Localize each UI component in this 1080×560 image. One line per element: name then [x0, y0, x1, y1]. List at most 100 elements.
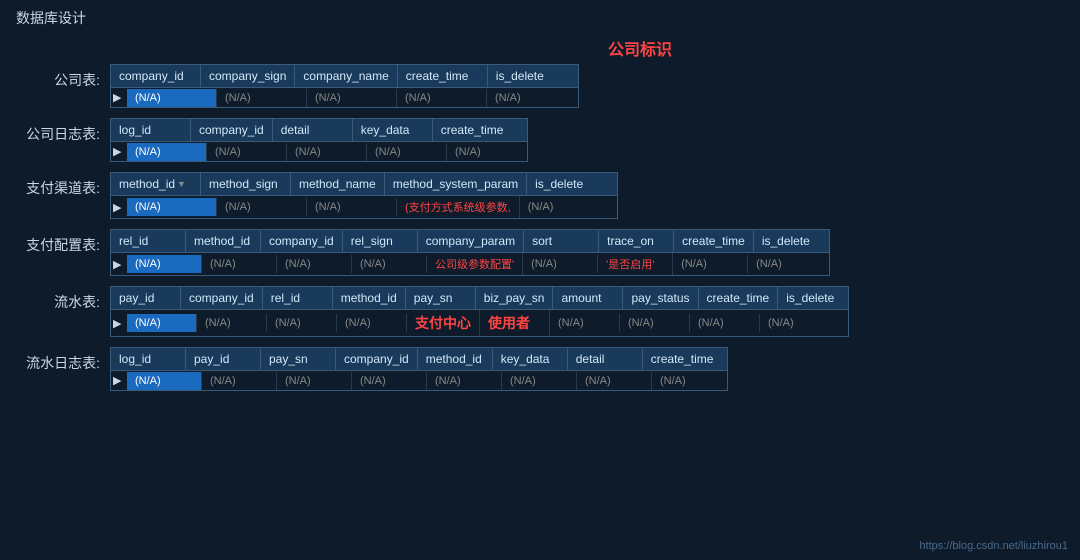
row-arrow3: ▶: [111, 198, 127, 217]
col-method-id2: method_id: [186, 230, 261, 252]
cell-method-id-flow: (N/A): [337, 314, 407, 332]
company-table: company_id company_sign company_name cre…: [110, 64, 579, 108]
col-biz-pay-sn: biz_pay_sn: [476, 287, 554, 309]
pay-method-table-row: 支付渠道表: method_id ▼ method_sign method_na…: [20, 172, 1060, 219]
cell-company-sign: (N/A): [217, 89, 307, 107]
flow-data: ▶ (N/A) (N/A) (N/A) (N/A) 支付中心 使用者 (N/A)…: [111, 310, 848, 336]
cell-pay-status-flow: (N/A): [620, 314, 690, 332]
cell-detail-log: (N/A): [287, 143, 367, 161]
col-rel-id: rel_id: [111, 230, 186, 252]
col-is-delete4: is_delete: [778, 287, 848, 309]
pay-config-data: ▶ (N/A) (N/A) (N/A) (N/A) 公司级参数配置' (N/A)…: [111, 253, 829, 275]
cell-create-time-flow: (N/A): [690, 314, 760, 332]
cell-method-id-flowlog: (N/A): [427, 372, 502, 390]
company-table-header: company_id company_sign company_name cre…: [111, 65, 578, 88]
cell-company-id-flow: (N/A): [197, 314, 267, 332]
company-table-label: 公司表:: [20, 64, 110, 90]
col-create-time5: create_time: [643, 348, 722, 370]
cell-company-id: (N/A): [127, 89, 217, 107]
pay-method-data: ▶ (N/A) (N/A) (N/A) (支付方式系统级参数, (N/A): [111, 196, 617, 218]
col-detail: detail: [273, 119, 353, 141]
cell-is-delete: (N/A): [487, 89, 577, 107]
company-table-row: 公司表: company_id company_sign company_nam…: [20, 64, 1060, 108]
cell-pay-sn-flow: 支付中心: [407, 310, 480, 336]
cell-amount-flow: (N/A): [550, 314, 620, 332]
row-arrow6: ▶: [111, 371, 127, 390]
cell-method-name: (N/A): [307, 198, 397, 216]
pay-config-header: rel_id method_id company_id rel_sign com…: [111, 230, 829, 253]
pay-config-label: 支付配置表:: [20, 229, 110, 255]
flow-label: 流水表:: [20, 286, 110, 312]
cell-trace-on-config: '是否启用': [598, 253, 673, 275]
cell-company-name: (N/A): [307, 89, 397, 107]
col-company-id: company_id: [111, 65, 201, 87]
col-rel-id2: rel_id: [263, 287, 333, 309]
company-log-data: ▶ (N/A) (N/A) (N/A) (N/A) (N/A): [111, 142, 527, 161]
company-log-table-row: 公司日志表: log_id company_id detail key_data…: [20, 118, 1060, 162]
col-key-data2: key_data: [493, 348, 568, 370]
cell-method-sign: (N/A): [217, 198, 307, 216]
cell-is-delete-method: (N/A): [520, 198, 610, 216]
cell-company-param-config: 公司级参数配置': [427, 253, 523, 275]
col-method-id4: method_id: [418, 348, 493, 370]
flow-log-table-row: 流水日志表: log_id pay_id pay_sn company_id m…: [20, 347, 1060, 391]
cell-biz-pay-sn-flow: 使用者: [480, 310, 550, 336]
cell-key-data-flowlog: (N/A): [502, 372, 577, 390]
cell-log-id2: (N/A): [127, 372, 202, 390]
col-pay-id: pay_id: [111, 287, 181, 309]
company-log-label: 公司日志表:: [20, 118, 110, 144]
col-key-data: key_data: [353, 119, 433, 141]
cell-is-delete-flow: (N/A): [760, 314, 830, 332]
cell-company-id-flowlog: (N/A): [352, 372, 427, 390]
col-method-id3: method_id: [333, 287, 406, 309]
cell-method-id: (N/A): [127, 198, 217, 216]
row-arrow: ▶: [111, 88, 127, 107]
flow-log-data: ▶ (N/A) (N/A) (N/A) (N/A) (N/A) (N/A) (N…: [111, 371, 727, 390]
cell-log-id: (N/A): [127, 143, 207, 161]
flow-header: pay_id company_id rel_id method_id pay_s…: [111, 287, 848, 310]
cell-pay-id: (N/A): [127, 314, 197, 332]
company-table-data: ▶ (N/A) (N/A) (N/A) (N/A) (N/A): [111, 88, 578, 107]
cell-create-time-config: (N/A): [673, 255, 748, 273]
col-method-id: method_id ▼: [111, 173, 201, 195]
col-trace-on: trace_on: [599, 230, 674, 252]
flow-table: pay_id company_id rel_id method_id pay_s…: [110, 286, 849, 337]
cell-sort-config: (N/A): [523, 255, 598, 273]
col-company-param: company_param: [418, 230, 524, 252]
flow-log-header: log_id pay_id pay_sn company_id method_i…: [111, 348, 727, 371]
cell-detail-flowlog: (N/A): [577, 372, 652, 390]
pay-config-table-row: 支付配置表: rel_id method_id company_id rel_s…: [20, 229, 1060, 276]
col-is-delete: is_delete: [488, 65, 578, 87]
col-create-time2: create_time: [433, 119, 513, 141]
cell-pay-id-log: (N/A): [202, 372, 277, 390]
col-is-delete2: is_delete: [527, 173, 617, 195]
company-log-table: log_id company_id detail key_data create…: [110, 118, 528, 162]
flow-table-row: 流水表: pay_id company_id rel_id method_id …: [20, 286, 1060, 337]
col-detail2: detail: [568, 348, 643, 370]
row-arrow4: ▶: [111, 255, 127, 274]
flow-log-label: 流水日志表:: [20, 347, 110, 373]
cell-create-time-log: (N/A): [447, 143, 527, 161]
col-company-id3: company_id: [261, 230, 343, 252]
page-title: 数据库设计: [0, 0, 1080, 36]
col-company-id5: company_id: [336, 348, 418, 370]
cell-create-time-flowlog: (N/A): [652, 372, 727, 390]
col-create-time4: create_time: [699, 287, 779, 309]
col-method-sign: method_sign: [201, 173, 291, 195]
col-log-id: log_id: [111, 119, 191, 141]
cell-rel-id-flow: (N/A): [267, 314, 337, 332]
cell-pay-sn-log: (N/A): [277, 372, 352, 390]
watermark: https://blog.csdn.net/liuzhirou1: [919, 540, 1068, 552]
cell-company-id-log: (N/A): [207, 143, 287, 161]
col-amount: amount: [553, 287, 623, 309]
cell-rel-id: (N/A): [127, 255, 202, 273]
col-method-system-param: method_system_param: [385, 173, 527, 195]
col-pay-sn2: pay_sn: [261, 348, 336, 370]
cell-method-id-config: (N/A): [202, 255, 277, 273]
cell-company-id-config: (N/A): [277, 255, 352, 273]
col-is-delete3: is_delete: [754, 230, 829, 252]
dropdown-arrow-icon: ▼: [177, 179, 186, 189]
cell-method-system-param: (支付方式系统级参数,: [397, 196, 520, 218]
pay-method-table: method_id ▼ method_sign method_name meth…: [110, 172, 618, 219]
pay-config-table: rel_id method_id company_id rel_sign com…: [110, 229, 830, 276]
